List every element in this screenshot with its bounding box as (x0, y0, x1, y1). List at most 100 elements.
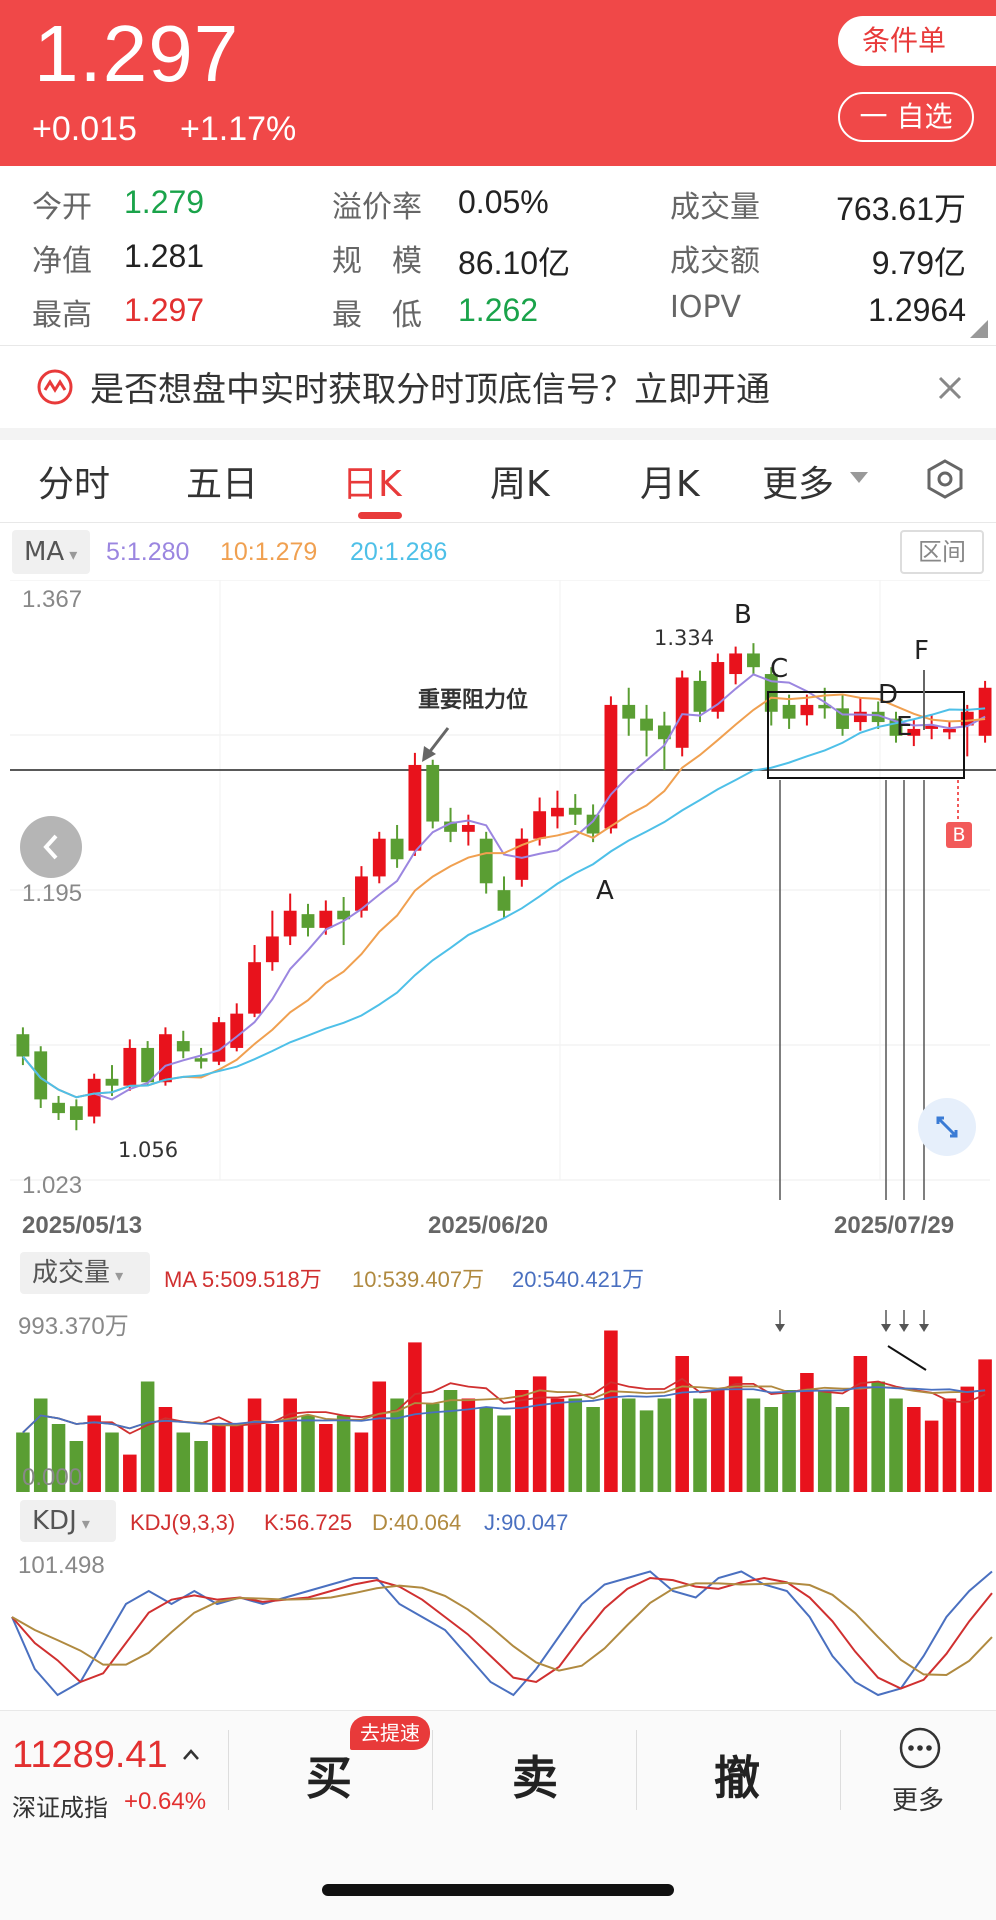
candlestick-chart[interactable] (0, 580, 996, 1200)
candle-body (800, 704, 814, 716)
low-label: 最 低 (332, 298, 422, 333)
condition-order-button[interactable]: 条件单 (838, 16, 996, 66)
volume-label: 成交量 (670, 190, 760, 225)
tab-daily-k[interactable]: 日K (342, 455, 402, 507)
volume-bar (746, 1398, 761, 1492)
volume-bar (907, 1407, 921, 1492)
candle-body (372, 838, 386, 877)
tab-more[interactable]: 更多 (762, 455, 834, 507)
candle-body (461, 824, 475, 832)
volume-bar (604, 1330, 618, 1492)
tab-five-day[interactable]: 五日 (186, 455, 258, 507)
candle-body (16, 1034, 30, 1057)
kdj-chart[interactable] (0, 1545, 996, 1710)
volume-bar (123, 1454, 137, 1492)
candle-body (69, 1106, 83, 1120)
volume-bar (461, 1398, 476, 1492)
volume-axis-zero: 0.000 (22, 1464, 83, 1491)
volume-bar (301, 1415, 315, 1492)
interval-button[interactable]: 区间 (900, 530, 984, 574)
candle-body (640, 718, 653, 731)
scroll-left-button[interactable] (20, 816, 82, 878)
candle-body (248, 962, 261, 1014)
date-mid: 2025/06/20 (428, 1212, 549, 1239)
volume-bar (550, 1398, 565, 1492)
volume-bar (711, 1390, 725, 1492)
index-name: 深证成指 (12, 1794, 108, 1822)
buy-button[interactable]: 买 (306, 1742, 352, 1808)
candle-body (943, 728, 956, 733)
vol-ma5-legend: MA 5:509.518万 (164, 1267, 322, 1292)
vol-ma10-legend: 10:539.407万 (352, 1267, 485, 1292)
price-change-pct: +1.17% (180, 110, 297, 148)
resistance-arrow (426, 727, 450, 755)
more-icon[interactable] (898, 1726, 942, 1770)
point-label-c: C (770, 654, 789, 684)
volume-bar (568, 1398, 583, 1492)
max-price-label: 1.334 (654, 626, 715, 650)
sell-button[interactable]: 卖 (512, 1742, 558, 1808)
close-icon[interactable] (936, 374, 964, 402)
volume-bar (443, 1390, 458, 1492)
candle-body (782, 704, 796, 719)
price-axis-top: 1.367 (22, 586, 83, 613)
candle-body (194, 1058, 208, 1062)
tab-weekly-k[interactable]: 周K (490, 455, 550, 507)
signal-icon (37, 369, 73, 405)
candle-body (52, 1102, 65, 1114)
cancel-order-button[interactable]: 撤 (714, 1742, 760, 1808)
candle-body (123, 1047, 137, 1086)
volume-bar (942, 1398, 957, 1492)
add-watchlist-button[interactable]: 一 自选 (838, 92, 974, 142)
point-label-a: A (596, 876, 614, 906)
chevron-up-icon[interactable] (182, 1748, 200, 1760)
premium-value: 0.05% (458, 184, 549, 220)
volume-bar (693, 1398, 707, 1492)
volume-bar (657, 1398, 672, 1492)
speedup-badge[interactable]: 去提速 (350, 1716, 430, 1750)
iopv-label: IOPV (670, 290, 742, 325)
fullscreen-button[interactable] (918, 1098, 976, 1156)
date-start: 2025/05/13 (22, 1212, 143, 1239)
ma10-legend: 10:1.279 (220, 538, 318, 566)
candle-body (319, 910, 333, 928)
volume-pointer-head (775, 1324, 785, 1332)
candle-body (693, 680, 707, 712)
volume-chart[interactable] (0, 1310, 996, 1500)
candle-body (551, 807, 564, 817)
candle-body (176, 1041, 190, 1052)
candle-body (978, 687, 992, 736)
more-label[interactable]: 更多 (892, 1780, 944, 1817)
volume-indicator-selector[interactable]: 成交量 ▾ (20, 1252, 150, 1294)
volume-bar (675, 1356, 689, 1492)
scale-value: 86.10亿 (458, 245, 571, 281)
volume-bar (924, 1420, 939, 1492)
chevron-left-icon (43, 834, 58, 860)
tab-intraday[interactable]: 分时 (38, 455, 110, 507)
price-axis-mid: 1.195 (22, 880, 83, 907)
volume-bar (425, 1403, 440, 1492)
candle-body (301, 914, 315, 928)
price-change: +0.015 (32, 110, 137, 148)
ma-selector[interactable]: MA ▾ (12, 530, 90, 574)
index-value[interactable]: 11289.41 (12, 1734, 168, 1777)
volume-bar (212, 1424, 226, 1492)
kdj-indicator-selector[interactable]: KDJ ▾ (20, 1500, 116, 1542)
point-label-f: F (914, 636, 929, 666)
kdj-selector-label: KDJ (32, 1506, 77, 1536)
candle-body (141, 1047, 155, 1083)
candle-body (533, 811, 547, 839)
volume-bar (782, 1390, 796, 1492)
candle-body (390, 838, 404, 860)
kdj-k-value: K:56.725 (264, 1510, 353, 1535)
nav-label: 净值 (32, 244, 92, 279)
volume-bar (889, 1398, 903, 1492)
point-label-d: D (878, 680, 899, 710)
expand-corner-icon[interactable] (970, 320, 988, 338)
candle-body (283, 910, 297, 937)
low-value: 1.262 (458, 292, 539, 328)
buy-signal-badge[interactable]: B (946, 822, 972, 848)
settings-icon[interactable] (924, 458, 966, 500)
volume-selector-label: 成交量 (32, 1258, 111, 1288)
tab-monthly-k[interactable]: 月K (640, 455, 700, 507)
